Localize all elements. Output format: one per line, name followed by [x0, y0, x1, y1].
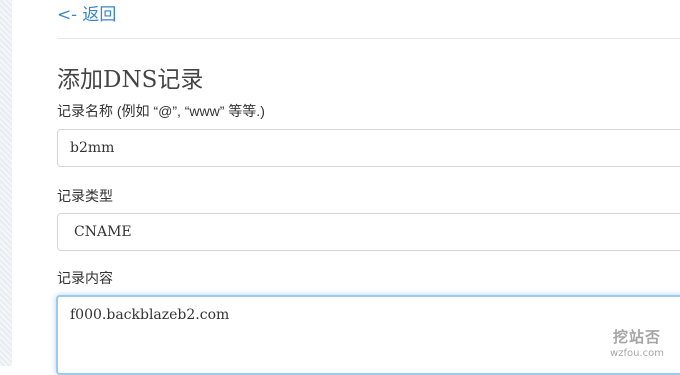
left-background-strip — [0, 0, 12, 366]
record-content-label: 记录内容 — [57, 270, 113, 286]
divider — [57, 38, 680, 39]
record-name-label: 记录名称 (例如 “@”, “www” 等等.) — [57, 103, 265, 119]
watermark-text: 挖站否 — [613, 328, 662, 346]
back-link[interactable]: <- 返回 — [57, 0, 116, 25]
record-content-textarea[interactable]: f000.backblazeb2.com — [56, 295, 680, 375]
record-name-input[interactable]: b2mm — [57, 129, 680, 167]
page-title: 添加DNS记录 — [57, 67, 204, 93]
watermark-url: wzfou.com — [610, 348, 664, 359]
record-type-label: 记录类型 — [57, 188, 113, 204]
watermark: 挖站否 wzfou.com — [610, 326, 664, 359]
record-type-select[interactable]: CNAME — [57, 213, 680, 251]
